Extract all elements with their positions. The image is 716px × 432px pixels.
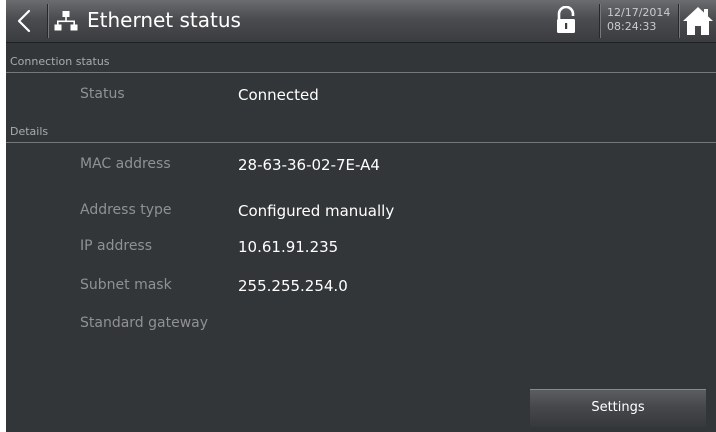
divider — [6, 142, 716, 143]
home-button[interactable] — [681, 4, 715, 38]
mac-address-value: 28-63-36-02-7E-A4 — [238, 156, 380, 174]
chevron-left-icon — [17, 9, 31, 33]
section-title-details: Details — [10, 125, 49, 138]
mac-address-label: MAC address — [80, 156, 171, 172]
date-text: 12/17/2014 — [607, 6, 671, 19]
address-type-value: Configured manually — [238, 202, 395, 220]
ethernet-status-screen: Ethernet status 12/17/2014 08:24:33 Conn… — [6, 0, 716, 432]
subnet-mask-value: 255.255.254.0 — [238, 277, 348, 295]
network-icon — [54, 10, 78, 32]
address-type-label: Address type — [80, 202, 172, 218]
subnet-mask-label: Subnet mask — [80, 277, 172, 293]
header-separator — [599, 4, 601, 38]
standard-gateway-label: Standard gateway — [80, 315, 209, 331]
header-bar: Ethernet status 12/17/2014 08:24:33 — [6, 0, 716, 43]
unlocked-icon — [557, 5, 575, 33]
divider — [6, 72, 716, 73]
status-label: Status — [80, 86, 125, 102]
settings-button[interactable]: Settings — [530, 389, 706, 427]
header-separator — [678, 4, 680, 38]
section-title-connection: Connection status — [10, 55, 110, 68]
time-text: 08:24:33 — [607, 20, 657, 33]
lock-button[interactable] — [555, 5, 577, 36]
home-icon — [683, 7, 713, 35]
header-separator — [47, 4, 49, 38]
datetime-display: 12/17/2014 08:24:33 — [607, 6, 677, 34]
status-value: Connected — [238, 86, 319, 104]
back-button[interactable] — [10, 3, 44, 39]
page-title: Ethernet status — [87, 8, 241, 32]
ip-address-value: 10.61.91.235 — [238, 238, 339, 256]
ip-address-label: IP address — [80, 238, 153, 254]
